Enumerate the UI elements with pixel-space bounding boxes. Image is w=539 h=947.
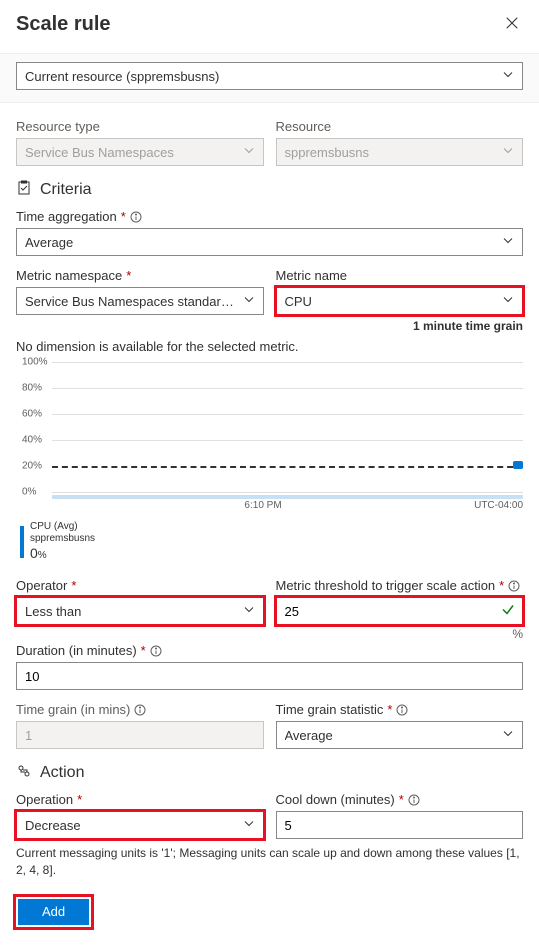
chevron-down-icon <box>243 294 255 309</box>
cooldown-label: Cool down (minutes)* <box>276 792 524 807</box>
threshold-input[interactable] <box>276 597 524 625</box>
info-icon[interactable] <box>408 794 420 806</box>
threshold-line <box>52 466 523 468</box>
threshold-unit: % <box>276 627 524 641</box>
scaling-note: Current messaging units is '1'; Messagin… <box>16 845 523 879</box>
time-grain-mins-label: Time grain (in mins) <box>16 702 264 717</box>
checkmark-icon <box>501 603 515 620</box>
operation-label: Operation* <box>16 792 264 807</box>
resource-selector-dropdown[interactable]: Current resource (sppremsbusns) <box>16 62 523 90</box>
time-aggregation-value: Average <box>25 235 494 250</box>
resource-type-dropdown: Service Bus Namespaces <box>16 138 264 166</box>
time-grain-stat-dropdown[interactable]: Average <box>276 721 524 749</box>
operator-value: Less than <box>25 604 235 619</box>
info-icon[interactable] <box>130 211 142 223</box>
legend-resource: sppremsbusns <box>30 533 95 545</box>
chevron-down-icon <box>502 235 514 250</box>
operator-dropdown[interactable]: Less than <box>16 597 264 625</box>
legend-value: 0 <box>30 545 38 561</box>
chart-legend: CPU (Avg) sppremsbusns 0% <box>20 521 523 562</box>
operation-value: Decrease <box>25 818 235 833</box>
metric-name-value: CPU <box>285 294 495 309</box>
duration-input[interactable] <box>16 662 523 690</box>
time-grain-stat-label: Time grain statistic* <box>276 702 524 717</box>
add-button[interactable]: Add <box>18 899 89 925</box>
info-icon[interactable] <box>508 580 520 592</box>
close-button[interactable] <box>501 12 523 37</box>
metric-name-dropdown[interactable]: CPU <box>276 287 524 315</box>
chart-time-range-bar <box>52 495 523 499</box>
chevron-down-icon <box>502 69 514 84</box>
time-aggregation-label: Time aggregation* <box>16 209 523 224</box>
metric-namespace-label: Metric namespace* <box>16 268 264 283</box>
chart-data-point <box>513 461 523 469</box>
info-icon[interactable] <box>150 645 162 657</box>
info-icon[interactable] <box>134 704 146 716</box>
metric-name-label: Metric name <box>276 268 524 283</box>
action-heading: Action <box>40 764 84 782</box>
legend-series-name: CPU (Avg) <box>30 521 95 533</box>
resource-type-label: Resource type <box>16 119 264 134</box>
threshold-label: Metric threshold to trigger scale action… <box>276 578 524 593</box>
resource-selector-value: Current resource (sppremsbusns) <box>25 69 494 84</box>
legend-color-swatch <box>20 526 24 558</box>
resource-dropdown: sppremsbusns <box>276 138 524 166</box>
operator-label: Operator* <box>16 578 264 593</box>
time-grain-stat-value: Average <box>285 728 495 743</box>
time-grain-mins-input <box>16 721 264 749</box>
resource-value: sppremsbusns <box>285 145 495 160</box>
chevron-down-icon <box>502 728 514 743</box>
time-aggregation-dropdown[interactable]: Average <box>16 228 523 256</box>
metric-namespace-value: Service Bus Namespaces standard me... <box>25 294 235 309</box>
cooldown-input[interactable] <box>276 811 524 839</box>
chevron-down-icon <box>243 604 255 619</box>
clipboard-check-icon <box>16 180 32 199</box>
chevron-down-icon <box>502 294 514 309</box>
panel-title: Scale rule <box>16 13 111 36</box>
metric-namespace-dropdown[interactable]: Service Bus Namespaces standard me... <box>16 287 264 315</box>
close-icon <box>505 18 519 33</box>
resource-label: Resource <box>276 119 524 134</box>
time-grain-note: 1 minute time grain <box>16 319 523 333</box>
chevron-down-icon <box>243 818 255 833</box>
criteria-heading: Criteria <box>40 181 92 199</box>
metric-chart: 100% 80% 60% 40% 20% 0% 6:10 PM UTC-04:0… <box>22 362 523 511</box>
chevron-down-icon <box>502 145 514 160</box>
chart-x-tick: 6:10 PM <box>52 500 474 511</box>
chart-tz-label: UTC-04:00 <box>474 500 523 511</box>
resource-type-value: Service Bus Namespaces <box>25 145 235 160</box>
chevron-down-icon <box>243 145 255 160</box>
operation-dropdown[interactable]: Decrease <box>16 811 264 839</box>
duration-label: Duration (in minutes)* <box>16 643 523 658</box>
info-icon[interactable] <box>396 704 408 716</box>
no-dimension-message: No dimension is available for the select… <box>16 339 523 354</box>
action-icon <box>16 763 32 782</box>
